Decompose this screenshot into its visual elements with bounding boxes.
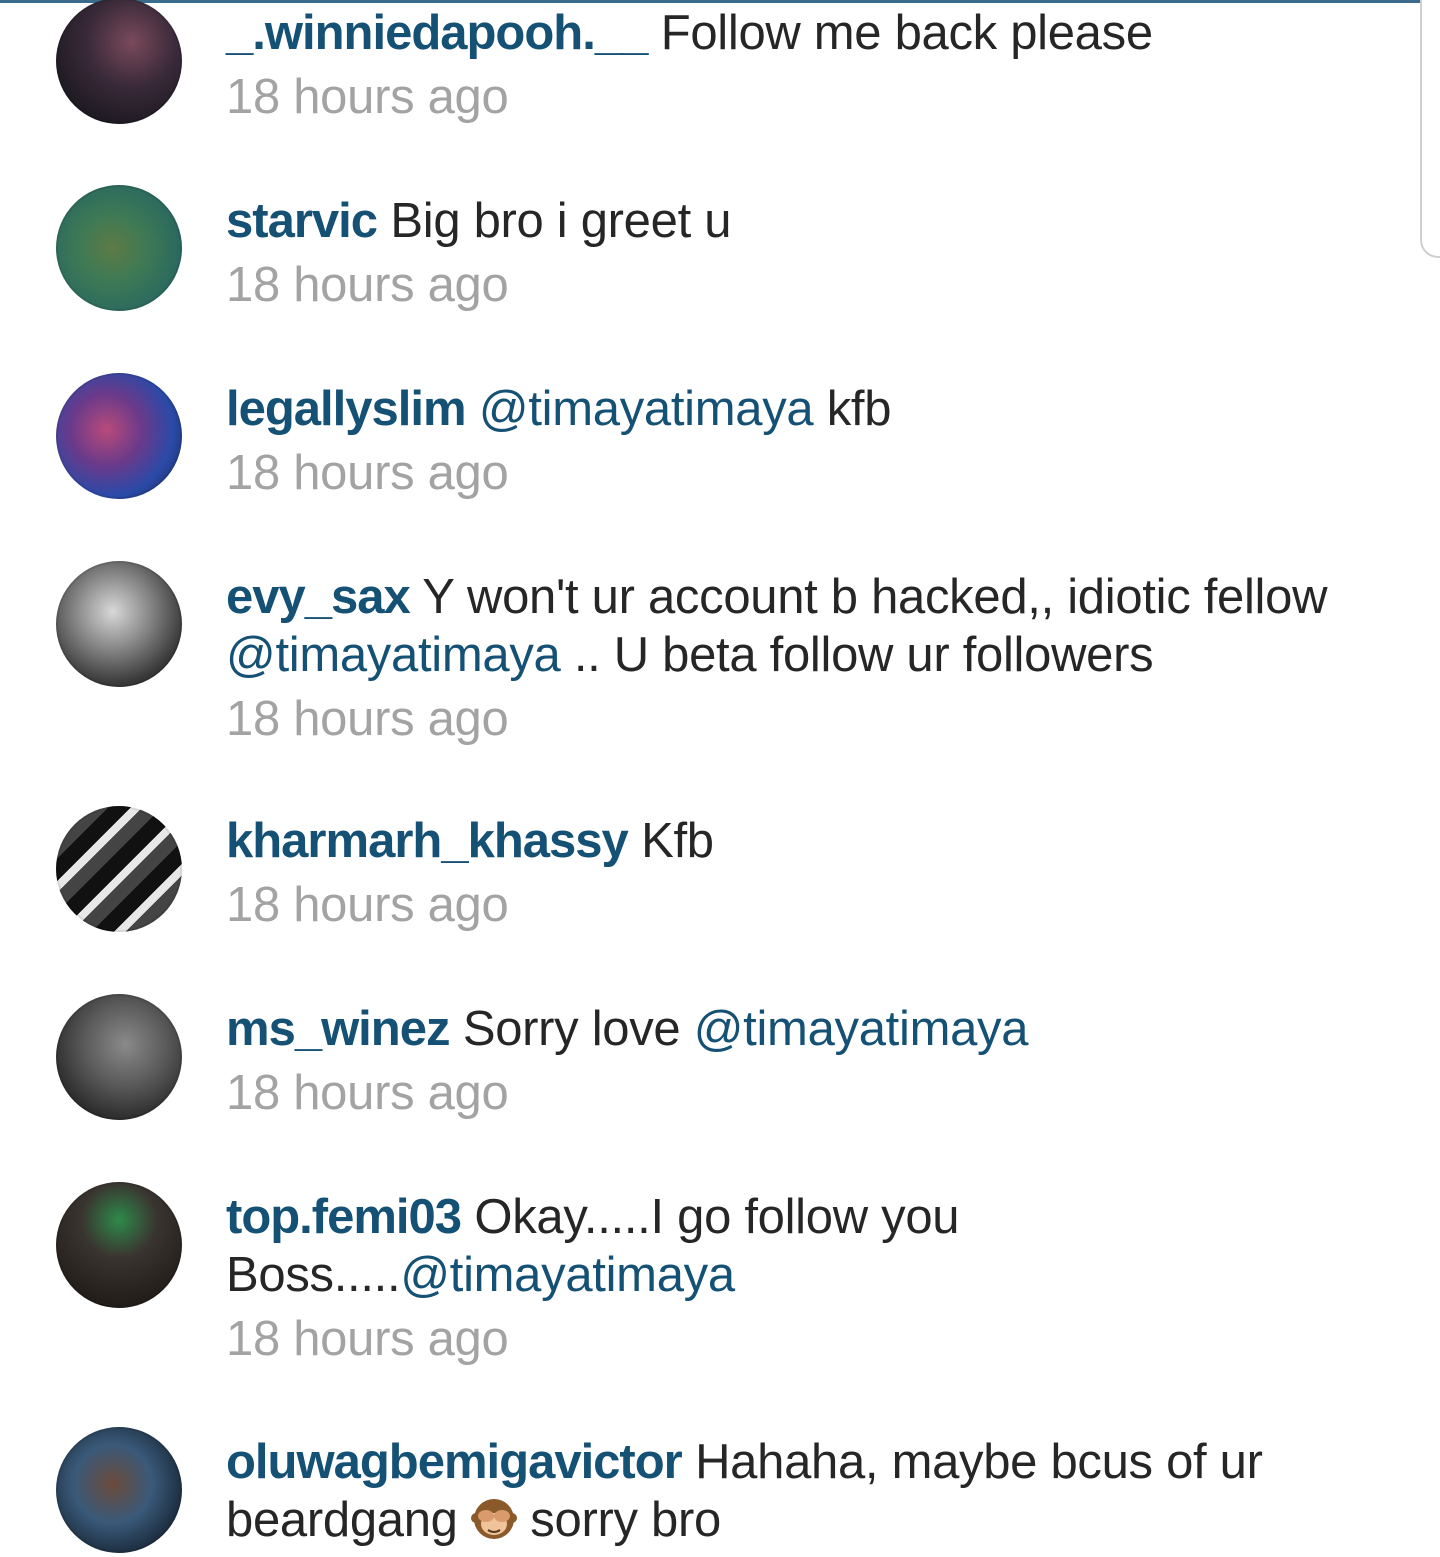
avatar[interactable]: [56, 561, 182, 687]
comment-text: kfb: [826, 382, 892, 436]
comment-username[interactable]: kharmarh_khassy: [226, 814, 629, 868]
comment-timestamp: 18 hours ago: [226, 692, 509, 746]
comment-username[interactable]: legallyslim: [226, 382, 467, 436]
comment-text: Follow me back please: [660, 6, 1153, 60]
avatar[interactable]: [56, 1427, 182, 1553]
comment-text: Big bro i greet u: [390, 194, 732, 248]
comment-timestamp: 18 hours ago: [226, 878, 509, 932]
comment-mention[interactable]: @timayatimaya: [226, 628, 561, 682]
comment-timestamp: 18 hours ago: [226, 1066, 509, 1120]
avatar[interactable]: [56, 373, 182, 499]
comment-mention[interactable]: @timayatimaya: [400, 1248, 735, 1302]
comments-screen: _.winniedapooh.__ Follow me back please …: [0, 0, 1440, 1557]
avatar[interactable]: [56, 185, 182, 311]
comment-username[interactable]: ms_winez: [226, 1002, 450, 1056]
comment-mention[interactable]: @timayatimaya: [479, 382, 814, 436]
comment-timestamp: 18 hours ago: [226, 258, 509, 312]
see-no-evil-monkey-icon: [470, 1499, 517, 1539]
comment-timestamp: 18 hours ago: [226, 446, 509, 500]
avatar[interactable]: [56, 994, 182, 1120]
comment-text: Y won't ur account b hacked,, idiotic fe…: [422, 570, 1328, 624]
top-border: [0, 0, 1420, 3]
comment-username[interactable]: evy_sax: [226, 570, 411, 624]
comment-text: Kfb: [641, 814, 714, 868]
avatar[interactable]: [56, 0, 182, 124]
comment-username[interactable]: oluwagbemigavictor: [226, 1435, 683, 1489]
popup-edge: [1420, 0, 1440, 258]
comment-text: Sorry love: [462, 1002, 681, 1056]
avatar[interactable]: [56, 1182, 182, 1308]
comment-username[interactable]: top.femi03: [226, 1190, 462, 1244]
comment-text: .. U beta follow ur followers: [573, 628, 1154, 682]
comment-text: sorry bro: [530, 1493, 721, 1547]
comment-username[interactable]: starvic: [226, 194, 378, 248]
comment-username[interactable]: _.winniedapooh.__: [226, 6, 648, 60]
comment-timestamp: 18 hours ago: [226, 1312, 509, 1366]
avatar[interactable]: [56, 806, 182, 932]
comment-timestamp: 18 hours ago: [226, 70, 509, 124]
comment-mention[interactable]: @timayatimaya: [694, 1002, 1029, 1056]
